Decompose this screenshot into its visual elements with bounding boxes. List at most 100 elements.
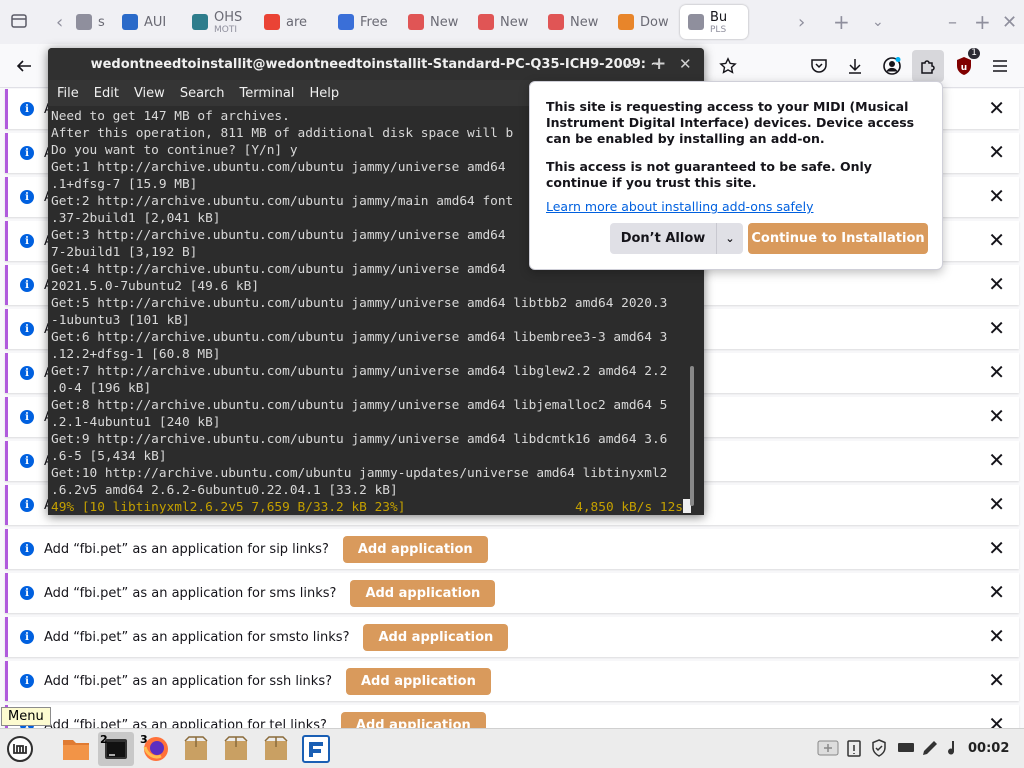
- browser-tab[interactable]: AUI: [114, 5, 182, 39]
- puzzle-icon: [921, 60, 935, 74]
- browser-tab[interactable]: Dow: [610, 5, 678, 39]
- protocol-handler-notification: i Add “fbi.pet” as an application for sip…: [5, 529, 1019, 569]
- terminal-menu-view[interactable]: View: [134, 86, 165, 101]
- tab-favicon-icon: [76, 14, 92, 30]
- pen-tray-icon[interactable]: [921, 739, 939, 761]
- add-application-button[interactable]: Add application: [363, 623, 509, 651]
- hamburger-icon: [993, 60, 1007, 72]
- folder-icon: [63, 740, 89, 760]
- terminal-line: Get:7 http://archive.ubuntu.com/ubuntu j…: [51, 364, 668, 379]
- add-application-button[interactable]: Add application: [350, 579, 496, 607]
- firefox-task[interactable]: 3: [138, 732, 174, 766]
- package-task-1[interactable]: [178, 732, 214, 766]
- pocket-button[interactable]: [803, 50, 835, 82]
- learn-more-link[interactable]: Learn more about installing add-ons safe…: [546, 199, 813, 214]
- close-notification-icon[interactable]: ✕: [988, 273, 1005, 295]
- terminal-titlebar[interactable]: wedontneedtoinstallit@wedontneedtoinstal…: [48, 48, 704, 80]
- update-manager-tray-icon[interactable]: [817, 739, 839, 761]
- close-notification-icon[interactable]: ✕: [988, 317, 1005, 339]
- files-launcher[interactable]: [58, 732, 94, 766]
- app-menu-button[interactable]: [984, 50, 1016, 82]
- close-notification-icon[interactable]: ✕: [988, 581, 1005, 603]
- browser-tab[interactable]: are: [256, 5, 328, 39]
- tab-label: are: [286, 14, 308, 30]
- browser-tab[interactable]: s: [68, 5, 112, 39]
- list-tabs-icon[interactable]: ⌄: [872, 0, 884, 44]
- tab-label: AUI: [144, 14, 167, 30]
- tab-overview-icon[interactable]: [0, 12, 38, 30]
- account-button[interactable]: [876, 50, 908, 82]
- maximize-icon[interactable]: +: [974, 0, 991, 44]
- apt-progress-line: 49% [10 libtinyxml2.6.2v5 7,659 B/33.2 k…: [51, 499, 691, 515]
- tab-label: Free: [360, 14, 388, 30]
- terminal-menu-search[interactable]: Search: [180, 86, 225, 101]
- midi-permission-popup: This site is requesting access to your M…: [529, 81, 943, 270]
- notification-message: Add “fbi.pet” as an application for sms …: [44, 585, 337, 601]
- sound-tray-icon[interactable]: [945, 739, 959, 761]
- terminal-line: .0-4 [196 kB]: [51, 381, 152, 396]
- browser-tab[interactable]: New: [540, 5, 608, 39]
- tab-favicon-icon: [408, 14, 424, 30]
- dont-allow-dropdown-icon[interactable]: ⌄: [716, 223, 743, 254]
- installer-task[interactable]: [298, 732, 334, 766]
- terminal-task[interactable]: 2: [98, 732, 134, 766]
- dont-allow-button[interactable]: Don’t Allow ⌄: [610, 223, 743, 254]
- package-task-3[interactable]: [258, 732, 294, 766]
- browser-tab[interactable]: New: [470, 5, 538, 39]
- back-button[interactable]: [8, 50, 40, 82]
- ublock-button[interactable]: u 1: [948, 48, 980, 82]
- star-icon: [719, 57, 737, 74]
- terminal-close-icon[interactable]: ✕: [679, 48, 692, 80]
- tab-label: New: [500, 14, 529, 30]
- terminal-menu-help[interactable]: Help: [309, 86, 339, 101]
- extensions-button[interactable]: [912, 50, 944, 82]
- taskbar: 2 3 00:02: [0, 728, 1024, 768]
- mint-menu-button[interactable]: [2, 732, 38, 766]
- minimize-icon[interactable]: –: [948, 0, 957, 44]
- close-notification-icon[interactable]: ✕: [988, 669, 1005, 691]
- close-notification-icon[interactable]: ✕: [988, 361, 1005, 383]
- continue-installation-button[interactable]: Continue to Installation: [748, 223, 928, 254]
- add-application-button[interactable]: Add application: [346, 667, 491, 695]
- tab-label: New: [430, 14, 459, 30]
- close-notification-icon[interactable]: ✕: [988, 185, 1005, 207]
- tab-favicon-icon: [192, 14, 208, 30]
- account-icon: [883, 57, 901, 75]
- close-notification-icon[interactable]: ✕: [988, 537, 1005, 559]
- terminal-menu-edit[interactable]: Edit: [94, 86, 119, 101]
- add-application-button[interactable]: Add application: [342, 535, 488, 563]
- clipboard-tray-icon[interactable]: [847, 739, 861, 761]
- package-task-2[interactable]: [218, 732, 254, 766]
- close-notification-icon[interactable]: ✕: [988, 493, 1005, 515]
- tab-label: Dow: [640, 14, 669, 30]
- screen: ‹ s AUI OHS MOTI are Free New New New Dow Bu PLS › …: [0, 0, 1024, 768]
- shield-tray-icon[interactable]: [871, 739, 887, 761]
- browser-tab[interactable]: Free: [330, 5, 398, 39]
- bookmark-star-button[interactable]: [712, 50, 744, 82]
- scroll-tabs-left-icon[interactable]: ‹: [56, 0, 63, 44]
- close-notification-icon[interactable]: ✕: [988, 625, 1005, 647]
- browser-tab[interactable]: OHS MOTI: [184, 5, 254, 39]
- close-notification-icon[interactable]: ✕: [988, 97, 1005, 119]
- close-notification-icon[interactable]: ✕: [988, 405, 1005, 427]
- downloads-button[interactable]: [839, 50, 871, 82]
- ublock-shield-icon: u: [957, 57, 971, 75]
- terminal-minimize-icon[interactable]: –: [626, 48, 634, 80]
- close-notification-icon[interactable]: ✕: [988, 449, 1005, 471]
- clock[interactable]: 00:02: [968, 741, 1009, 756]
- close-window-icon[interactable]: ✕: [1002, 0, 1017, 44]
- terminal-scrollbar[interactable]: [690, 366, 694, 506]
- terminal-maximize-icon[interactable]: +: [652, 48, 666, 80]
- new-tab-icon[interactable]: +: [833, 0, 850, 44]
- browser-tab[interactable]: Bu PLS: [680, 5, 748, 39]
- dont-allow-label: Don’t Allow: [620, 231, 706, 246]
- scroll-tabs-right-icon[interactable]: ›: [798, 0, 805, 44]
- terminal-menu-file[interactable]: File: [57, 86, 79, 101]
- tab-favicon-icon: [618, 14, 634, 30]
- info-icon: i: [20, 102, 34, 116]
- terminal-menu-terminal[interactable]: Terminal: [239, 86, 294, 101]
- close-notification-icon[interactable]: ✕: [988, 141, 1005, 163]
- close-notification-icon[interactable]: ✕: [988, 229, 1005, 251]
- browser-tab[interactable]: New: [400, 5, 468, 39]
- network-tray-icon[interactable]: [897, 739, 915, 759]
